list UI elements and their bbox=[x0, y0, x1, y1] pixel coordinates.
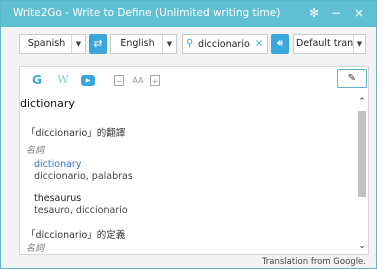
target-language-select[interactable]: English ▼ bbox=[110, 34, 177, 54]
result-panel: G W ▶ − AA + ✎ dictionary 「diccionario」的… bbox=[19, 66, 369, 255]
entry-synonyms: diccionario, palabras bbox=[34, 171, 133, 182]
chevron-down-icon: ▼ bbox=[353, 35, 365, 53]
chevron-down-icon: ▼ bbox=[71, 35, 85, 53]
close-button[interactable]: × bbox=[350, 4, 368, 22]
part-of-speech: 名詞 bbox=[26, 244, 45, 254]
speaker-icon: 🔊︎ bbox=[276, 38, 284, 49]
tab-youtube[interactable]: ▶ bbox=[81, 75, 95, 86]
entry-word[interactable]: dictionary bbox=[34, 159, 81, 170]
font-larger-button[interactable]: + bbox=[150, 75, 160, 86]
translator-value: Default translat bbox=[296, 38, 354, 49]
font-size-label: AA bbox=[132, 76, 144, 85]
search-icon: ⚲ bbox=[186, 38, 194, 49]
scroll-thumb[interactable] bbox=[358, 111, 366, 197]
attribution-text: Translation from Google. bbox=[261, 257, 366, 267]
source-language-select[interactable]: Spanish ▼ bbox=[19, 34, 86, 54]
speak-button[interactable]: 🔊︎ bbox=[271, 34, 289, 54]
scroll-down-button[interactable]: ⌄ bbox=[356, 239, 368, 253]
search-input[interactable] bbox=[198, 36, 256, 52]
gear-icon: ✻ bbox=[308, 6, 320, 20]
source-language-value: Spanish bbox=[27, 38, 66, 49]
clear-search-button[interactable]: × bbox=[254, 36, 264, 52]
toolbar: Spanish ▼ ⇄ English ▼ ⚲ × 🔊︎ Default tra… bbox=[1, 27, 376, 61]
chevron-down-icon: ▼ bbox=[162, 35, 176, 53]
swap-languages-button[interactable]: ⇄ bbox=[89, 34, 107, 54]
entry-word[interactable]: thesaurus bbox=[34, 193, 81, 204]
tab-google[interactable]: G bbox=[30, 72, 44, 88]
vertical-scrollbar[interactable]: ⌃ ⌄ bbox=[356, 95, 368, 255]
minimize-button[interactable]: − bbox=[327, 4, 345, 22]
settings-button[interactable]: ✻ bbox=[305, 4, 323, 22]
result-content: 「diccionario」的翻譯 名詞 dictionary diccionar… bbox=[20, 117, 356, 254]
translation-section-title: 「diccionario」的翻譯 bbox=[26, 128, 126, 139]
definition-section-title: 「diccionario」的定義 bbox=[26, 230, 126, 241]
translator-select[interactable]: Default translat ▼ bbox=[293, 34, 366, 54]
entry-synonyms: tesauro, diccionario bbox=[34, 205, 128, 216]
title-bar[interactable]: Write2Go - Write to Define (Unlimited wr… bbox=[1, 1, 376, 27]
scroll-up-button[interactable]: ⌃ bbox=[356, 95, 368, 109]
window-title: Write2Go - Write to Define (Unlimited wr… bbox=[13, 7, 281, 19]
target-language-value: English bbox=[120, 38, 155, 49]
search-box[interactable]: ⚲ × bbox=[182, 34, 268, 54]
result-header: dictionary bbox=[20, 97, 75, 110]
source-tabs: G W ▶ − AA + ✎ bbox=[20, 67, 368, 93]
part-of-speech: 名詞 bbox=[26, 146, 45, 156]
edit-button[interactable]: ✎ bbox=[337, 69, 367, 88]
app-window: Write2Go - Write to Define (Unlimited wr… bbox=[0, 0, 377, 269]
font-smaller-button[interactable]: − bbox=[114, 75, 124, 86]
pencil-icon: ✎ bbox=[347, 73, 357, 84]
tab-wikipedia[interactable]: W bbox=[56, 72, 70, 88]
swap-icon: ⇄ bbox=[93, 37, 103, 50]
